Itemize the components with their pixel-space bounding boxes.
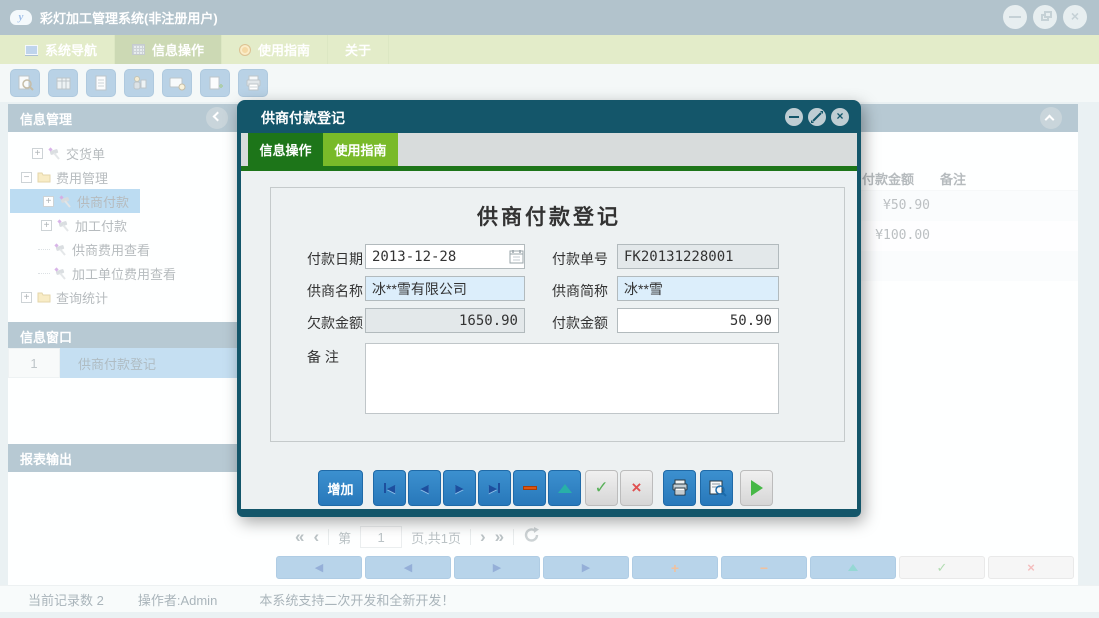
remark-textarea[interactable] [365,343,779,414]
run-button[interactable] [740,470,773,506]
print-button[interactable] [663,470,696,506]
calendar-icon[interactable] [509,249,524,264]
play-icon [750,480,763,496]
confirm-button[interactable]: ✓ [585,470,618,506]
remark-label: 备 注 [307,349,339,365]
order-no-input [617,244,779,269]
delete-button[interactable] [513,470,546,506]
cancel-button[interactable]: × [620,470,653,506]
maximize-icon [811,111,823,123]
add-button[interactable]: 增加 [318,470,363,506]
nav-first-button[interactable]: ◀ [373,470,406,506]
minimize-icon [789,116,799,118]
print-preview-icon [709,480,727,497]
supplier-name-input[interactable] [365,276,525,301]
bar [498,483,501,493]
supplier-payment-dialog: 供商付款登记 × 信息操作 使用指南 供商付款登记 付款日期 付款单号 供商名称… [237,100,861,517]
payment-amount-input[interactable] [617,308,779,333]
last-icon: ▶ [488,482,498,495]
dialog-close-button[interactable]: × [831,108,849,126]
owed-amount-input [365,308,525,333]
dialog-tab-guide[interactable]: 使用指南 [323,133,398,166]
bar [383,483,386,493]
next-icon: ▶ [455,482,464,495]
minus-icon [522,486,537,490]
date-label: 付款日期 [307,251,363,267]
dialog-maximize-button[interactable] [808,108,826,126]
app-window: y 彩灯加工管理系统(非注册用户) × 系统导航 信息操作 使用指南 关于 [0,0,1099,618]
supplier-name-label: 供商名称 [307,283,363,299]
triangle-up-icon [557,483,572,493]
print-preview-button[interactable] [700,470,733,506]
dialog-titlebar[interactable]: 供商付款登记 × [240,102,858,133]
dialog-tab-info-ops[interactable]: 信息操作 [248,133,323,166]
payment-amount-label: 付款金额 [552,315,608,331]
supplier-short-label: 供商简称 [552,283,608,299]
form-heading: 供商付款登记 [477,204,621,229]
edit-button[interactable] [548,470,581,506]
order-no-label: 付款单号 [552,251,608,267]
supplier-short-input[interactable] [617,276,779,301]
prev-icon: ◀ [420,482,429,495]
close-icon: × [836,109,844,123]
first-icon: ◀ [386,482,396,495]
printer-icon [672,479,687,496]
owed-amount-label: 欠款金额 [307,315,363,331]
date-input[interactable] [365,244,525,269]
dialog-title: 供商付款登记 [261,109,345,126]
dialog-button-row: 增加 ◀ ◀ ▶ ▶ ✓ × [241,470,857,507]
nav-prev-button[interactable]: ◀ [408,470,441,506]
tab-underline [241,166,857,171]
cross-icon: × [631,478,642,497]
check-icon: ✓ [594,478,609,497]
nav-last-button[interactable]: ▶ [478,470,511,506]
dialog-minimize-button[interactable] [785,108,803,126]
dialog-controls: × [785,108,849,126]
dialog-tabs: 信息操作 使用指南 [241,133,857,166]
nav-next-button[interactable]: ▶ [443,470,476,506]
